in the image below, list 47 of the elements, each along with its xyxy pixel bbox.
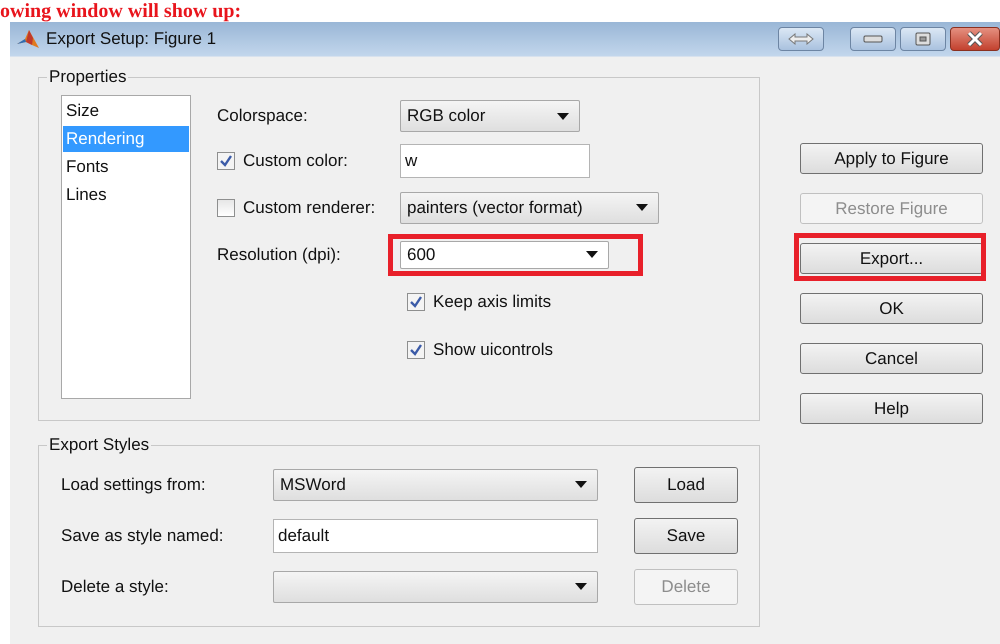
action-button[interactable]: OK xyxy=(800,293,983,324)
dropdown[interactable]: 600 xyxy=(400,240,609,268)
maximize-button[interactable] xyxy=(900,27,946,51)
field-label: Delete a style: xyxy=(61,576,170,596)
category-item[interactable]: Fonts xyxy=(63,154,189,180)
minimize-icon xyxy=(863,35,883,43)
dropdown[interactable]: RGB color xyxy=(400,100,580,132)
dropdown[interactable]: painters (vector format) xyxy=(400,192,659,224)
dropdown[interactable]: MSWord xyxy=(273,468,598,500)
style-button[interactable]: Save xyxy=(634,518,738,554)
maximize-icon xyxy=(915,32,931,46)
field-label: Resolution (dpi): xyxy=(217,244,341,264)
caret-icon xyxy=(586,251,598,258)
caption-text: owing window will show up: xyxy=(0,0,242,22)
caret-icon xyxy=(636,204,648,211)
text-field[interactable]: w xyxy=(400,144,590,178)
style-button[interactable]: Load xyxy=(634,466,738,502)
field-label: Custom renderer: xyxy=(243,198,376,218)
caret-icon xyxy=(557,112,569,120)
checkbox-label: Keep axis limits xyxy=(433,292,552,312)
field-label: Load settings from: xyxy=(61,474,207,494)
checkbox[interactable] xyxy=(217,198,235,216)
minimize-button[interactable] xyxy=(850,27,896,51)
field-label: Colorspace: xyxy=(217,106,308,126)
dock-button[interactable] xyxy=(778,27,824,51)
caret-icon xyxy=(575,583,587,590)
checkbox[interactable] xyxy=(407,341,425,359)
window-title: Export Setup: Figure 1 xyxy=(46,29,216,49)
action-button[interactable]: Export... xyxy=(800,243,983,274)
action-button[interactable]: Cancel xyxy=(800,343,983,374)
checkbox[interactable] xyxy=(217,152,235,170)
field-label: Save as style named: xyxy=(61,526,225,546)
checkbox[interactable] xyxy=(407,293,425,311)
category-item[interactable]: Size xyxy=(63,98,189,124)
app-logo-icon xyxy=(16,28,40,50)
checkbox-label: Show uicontrols xyxy=(433,340,554,360)
close-icon xyxy=(966,31,984,47)
caret-icon xyxy=(575,481,587,488)
group-title: Properties xyxy=(48,67,128,87)
action-button[interactable]: Apply to Figure xyxy=(800,143,983,174)
close-button[interactable] xyxy=(950,27,1000,51)
category-item[interactable]: Lines xyxy=(63,182,189,208)
double-arrow-icon xyxy=(788,33,814,45)
group-title: Export Styles xyxy=(48,435,150,455)
text-field[interactable]: default xyxy=(273,518,598,552)
action-button[interactable]: Help xyxy=(800,393,983,424)
field-label: Custom color: xyxy=(243,150,348,170)
